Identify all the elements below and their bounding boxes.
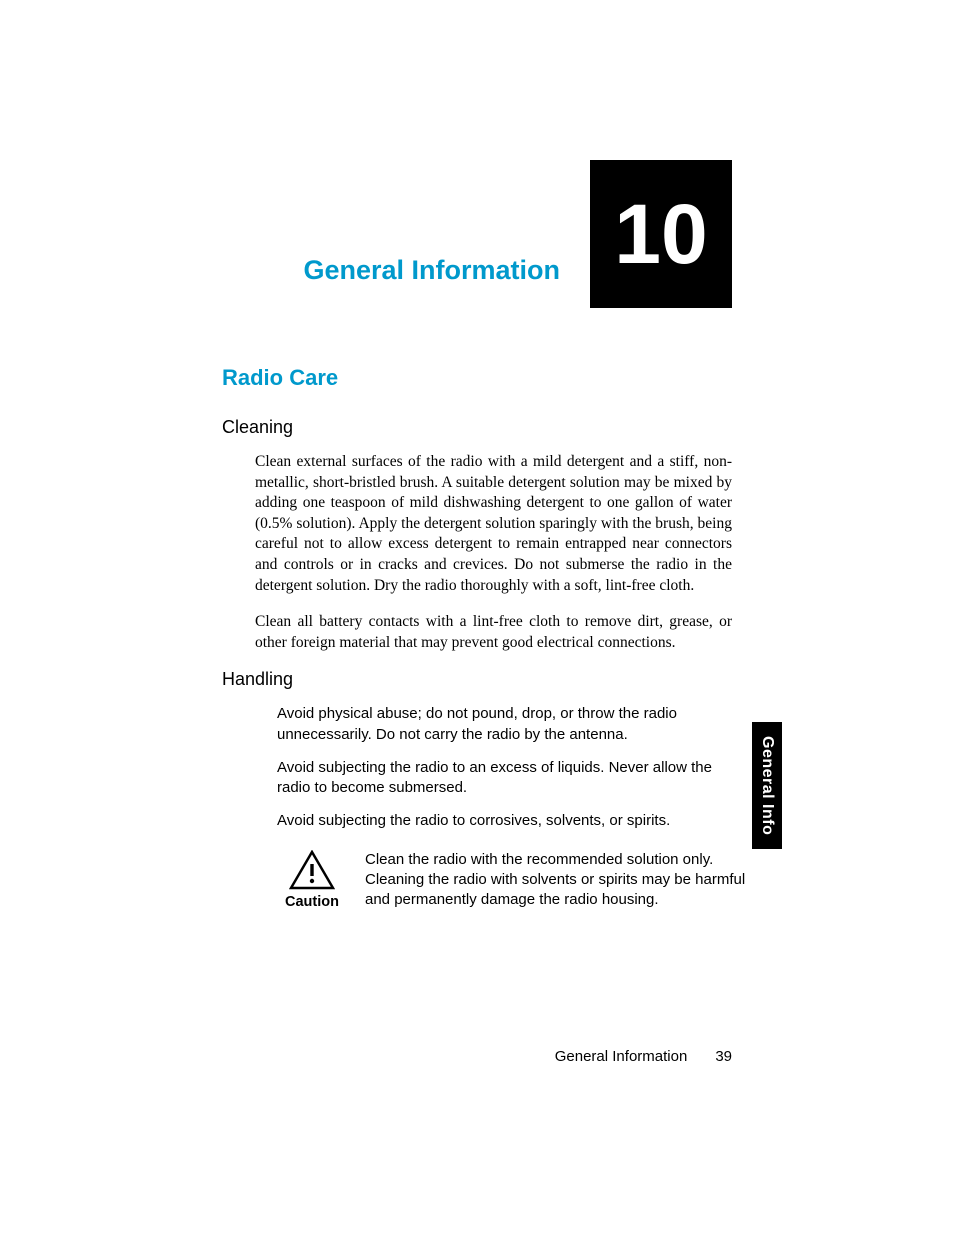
- subsection-heading-handling: Handling: [222, 669, 732, 690]
- chapter-number-box: 10: [590, 160, 732, 308]
- warning-triangle-icon: [289, 850, 335, 890]
- handling-paragraph-3: Avoid subjecting the radio to corrosives…: [277, 811, 727, 831]
- caution-text: Clean the radio with the recommended sol…: [365, 850, 747, 911]
- caution-block: Caution Clean the radio with the recomme…: [277, 850, 747, 911]
- caution-icon-column: Caution: [277, 850, 347, 910]
- page-footer: General Information 39: [555, 1048, 732, 1065]
- handling-paragraph-1: Avoid physical abuse; do not pound, drop…: [277, 704, 727, 745]
- handling-paragraph-2: Avoid subjecting the radio to an excess …: [277, 758, 727, 799]
- footer-section-name: General Information: [555, 1048, 688, 1065]
- caution-label: Caution: [285, 894, 339, 910]
- chapter-header: General Information 10: [303, 160, 732, 308]
- subsection-heading-cleaning: Cleaning: [222, 417, 732, 438]
- cleaning-paragraph-1: Clean external surfaces of the radio wit…: [255, 452, 732, 596]
- side-tab: General Info: [752, 722, 782, 849]
- chapter-title: General Information: [303, 255, 560, 308]
- footer-page-number: 39: [715, 1048, 732, 1065]
- cleaning-paragraph-2: Clean all battery contacts with a lint-f…: [255, 612, 732, 653]
- section-heading-radio-care: Radio Care: [222, 365, 732, 391]
- content-area: Radio Care Cleaning Clean external surfa…: [222, 365, 732, 910]
